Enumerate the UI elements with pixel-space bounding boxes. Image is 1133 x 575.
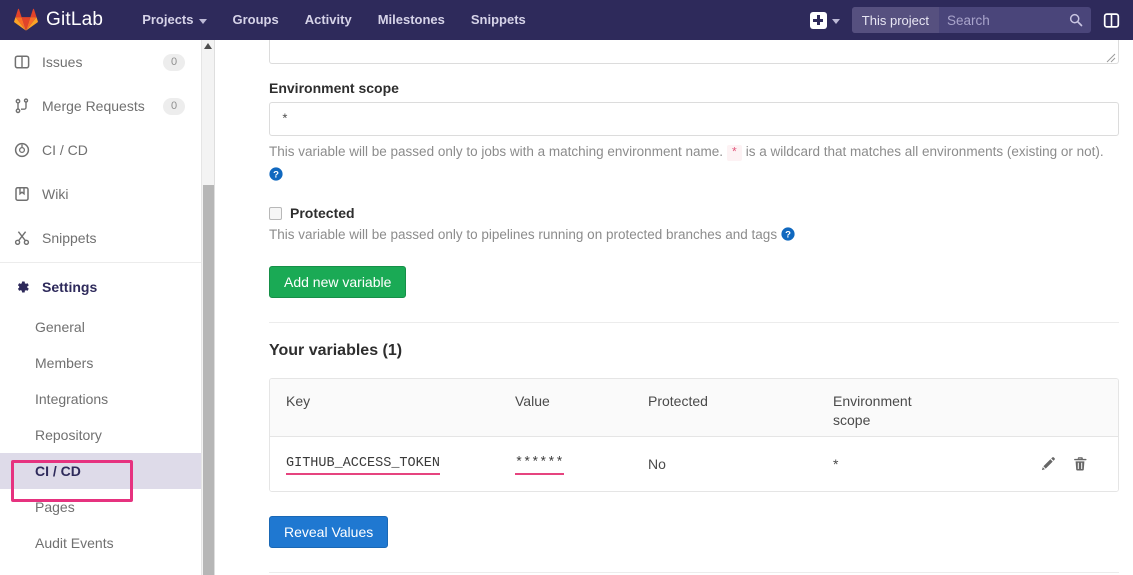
your-variables-heading: Your variables (1)	[269, 342, 403, 359]
gitlab-logo-icon	[14, 8, 38, 32]
sidebar-subitem-repository[interactable]: Repository	[0, 417, 201, 453]
sidebar-item-issues[interactable]: Issues 0	[0, 40, 201, 84]
plus-icon	[809, 11, 827, 29]
sidebar-subitem-members[interactable]: Members	[0, 345, 201, 381]
sidebar-item-issues-badge: 0	[163, 53, 185, 71]
sidebar-scrollbar[interactable]	[202, 40, 215, 575]
search-scope-selector[interactable]: This project	[851, 7, 939, 33]
environment-scope-help-prefix: This variable will be passed only to job…	[269, 144, 723, 159]
protected-help-text: This variable will be passed only to pip…	[269, 227, 778, 242]
variable-masked-value: ******	[515, 456, 564, 475]
search-bar: This project Search	[851, 7, 1091, 33]
variable-protected-value: No	[648, 456, 666, 472]
cell-environment-scope: *	[833, 456, 1018, 472]
column-header-value: Value	[515, 393, 550, 409]
nav-item-snippets[interactable]: Snippets	[458, 0, 539, 40]
sidebar-subitem-integrations[interactable]: Integrations	[0, 381, 201, 417]
variable-value-textarea[interactable]	[269, 40, 1119, 64]
sidebar-item-snippets[interactable]: Snippets	[0, 216, 201, 260]
cell-actions	[1018, 456, 1118, 472]
table-row: GITHUB_ACCESS_TOKEN ****** No *	[270, 437, 1118, 491]
protected-checkbox-row: Protected	[269, 205, 1066, 221]
nav-item-activity[interactable]: Activity	[292, 0, 365, 40]
scroll-up-arrow-icon[interactable]	[204, 43, 212, 49]
sidebar-item-settings[interactable]: Settings	[0, 265, 201, 309]
search-icon[interactable]	[1069, 13, 1083, 27]
chevron-down-icon	[831, 18, 840, 24]
protected-checkbox[interactable]	[269, 206, 282, 220]
variables-table-header: Key Value Protected Environment scope	[270, 379, 1118, 437]
protected-label[interactable]: Protected	[290, 205, 355, 221]
primary-nav: Projects Groups Activity Milestones Snip…	[129, 0, 539, 40]
sidebar-item-snippets-label: Snippets	[42, 230, 97, 246]
sidebar-scrollbar-thumb[interactable]	[203, 185, 214, 575]
nav-item-projects-label: Projects	[142, 12, 194, 27]
issues-nav-icon[interactable]	[1097, 6, 1125, 34]
sidebar-item-issues-label: Issues	[42, 54, 83, 70]
trash-icon[interactable]	[1072, 456, 1088, 472]
nav-item-projects[interactable]: Projects	[129, 0, 219, 40]
sidebar-item-merge-requests-badge: 0	[163, 97, 185, 115]
sidebar-subitem-audit-events[interactable]: Audit Events	[0, 525, 201, 561]
cell-value: ******	[515, 453, 648, 475]
svg-text:?: ?	[273, 169, 279, 180]
reveal-values-button[interactable]: Reveal Values	[269, 516, 389, 548]
wiki-icon	[14, 186, 30, 202]
nav-item-milestones[interactable]: Milestones	[365, 0, 458, 40]
top-navbar: GitLab Projects Groups Activity Mileston…	[0, 0, 1133, 40]
variables-table: Key Value Protected Environment scope GI…	[269, 378, 1119, 492]
sidebar-divider	[0, 262, 201, 263]
sidebar-item-wiki-label: Wiki	[42, 186, 69, 202]
sidebar-subitem-pages[interactable]: Pages	[0, 489, 201, 525]
environment-scope-input[interactable]: *	[269, 102, 1119, 136]
sidebar-item-ci-cd-label: CI / CD	[42, 142, 88, 158]
search-input[interactable]: Search	[939, 7, 1091, 33]
environment-scope-value: *	[281, 111, 289, 127]
chevron-down-icon	[198, 18, 207, 24]
main-content: Environment scope * This variable will b…	[216, 40, 1133, 575]
sidebar-item-merge-requests-label: Merge Requests	[42, 98, 145, 114]
pipeline-triggers-divider	[269, 572, 1119, 573]
merge-requests-icon	[14, 98, 30, 114]
gear-icon	[14, 279, 30, 295]
cell-protected: No	[648, 456, 833, 472]
pencil-icon[interactable]	[1040, 456, 1056, 472]
snippets-icon	[14, 230, 30, 246]
brand-name: GitLab	[46, 9, 104, 30]
sidebar-item-ci-cd[interactable]: CI / CD	[0, 128, 201, 172]
svg-text:?: ?	[785, 229, 791, 240]
column-header-key: Key	[286, 393, 311, 409]
environment-scope-label: Environment scope	[269, 80, 399, 96]
sidebar-item-settings-label: Settings	[42, 279, 98, 295]
nav-item-groups[interactable]: Groups	[220, 0, 292, 40]
environment-scope-help-suffix: is a wildcard that matches all environme…	[745, 144, 1104, 159]
environment-scope-help: This variable will be passed only to job…	[269, 141, 1119, 185]
help-icon[interactable]: ?	[269, 166, 283, 181]
issues-icon	[14, 54, 30, 70]
navbar-right-actions: This project Search	[804, 0, 1133, 40]
protected-help: This variable will be passed only to pip…	[269, 224, 1119, 245]
section-divider	[269, 322, 1119, 323]
gitlab-home-link[interactable]: GitLab	[0, 0, 117, 40]
column-header-environment-scope: Environment scope	[833, 393, 912, 428]
help-icon[interactable]: ?	[781, 226, 795, 241]
wildcard-code: *	[726, 145, 742, 161]
add-new-variable-button[interactable]: Add new variable	[269, 266, 407, 298]
column-header-protected: Protected	[648, 393, 708, 409]
sidebar-item-merge-requests[interactable]: Merge Requests 0	[0, 84, 201, 128]
sidebar-subitem-ci-cd[interactable]: CI / CD	[0, 453, 201, 489]
sidebar-item-wiki[interactable]: Wiki	[0, 172, 201, 216]
sidebar-subitem-general[interactable]: General	[0, 309, 201, 345]
ci-cd-icon	[14, 142, 30, 158]
search-placeholder: Search	[947, 12, 990, 28]
new-item-dropdown[interactable]	[804, 0, 846, 40]
variable-environment-scope-value: *	[833, 456, 839, 472]
cell-key: GITHUB_ACCESS_TOKEN	[270, 453, 515, 475]
resize-handle-icon[interactable]	[1105, 50, 1116, 63]
project-sidebar: Issues 0 Merge Requests 0 CI / CD Wiki S…	[0, 40, 202, 575]
variable-key-value: GITHUB_ACCESS_TOKEN	[286, 456, 440, 475]
